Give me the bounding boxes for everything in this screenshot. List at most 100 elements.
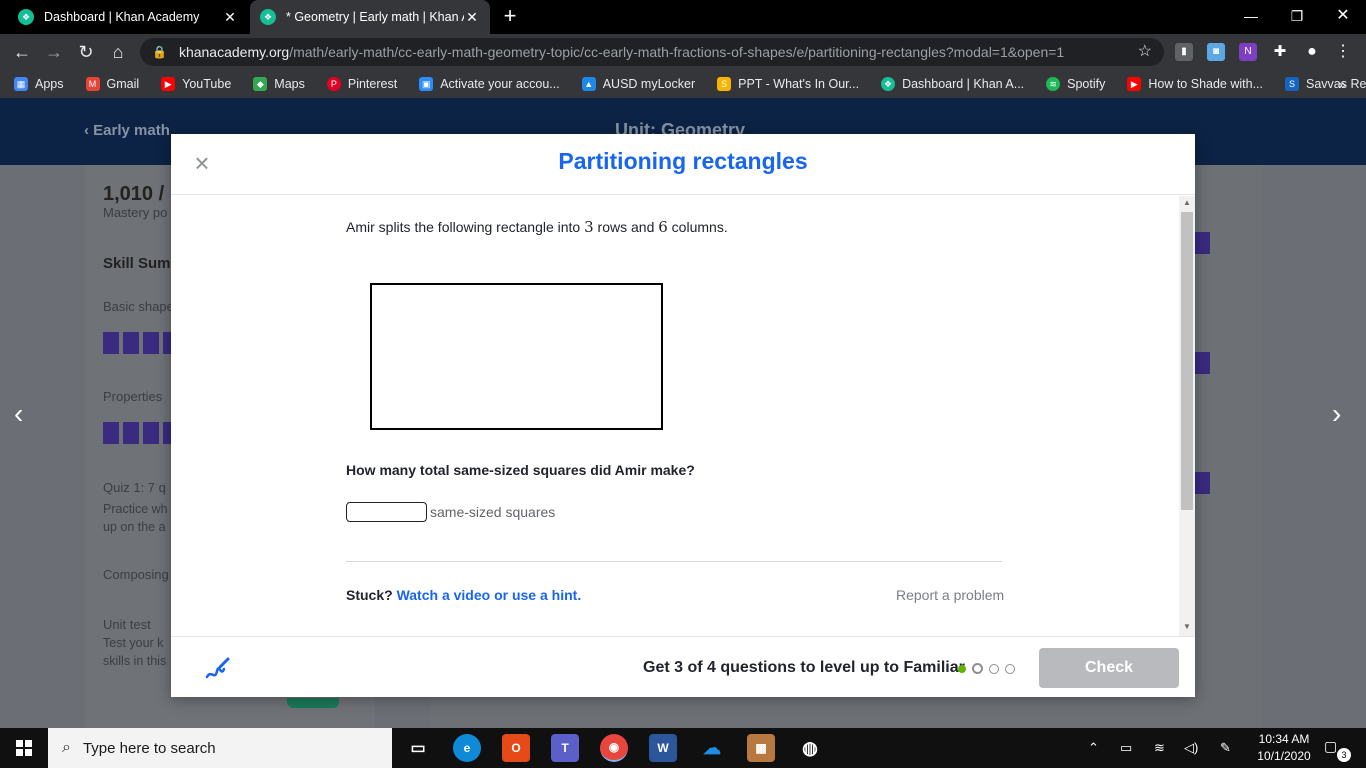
exercise-body: Amir splits the following rectangle into… [171, 196, 1179, 636]
answer-prompt: How many total same-sized squares did Am… [346, 462, 695, 478]
bookmark-spotify[interactable]: ≋ Spotify [1046, 77, 1105, 91]
gmail-icon: M [85, 77, 100, 91]
word-icon[interactable]: W [649, 734, 677, 762]
new-tab-plus-icon[interactable]: + [498, 5, 522, 29]
close-tab-icon[interactable]: ✕ [464, 9, 480, 26]
hint-area: Stuck? Watch a video or use a hint. [346, 587, 581, 603]
screen-capture-extension-icon[interactable]: ◙ [1207, 43, 1225, 61]
apps-grid-icon: ▦ [14, 77, 28, 91]
restore-window-icon[interactable]: ❐ [1274, 0, 1320, 34]
bookmark-ausd-mylocker[interactable]: ▲ AUSD myLocker [581, 77, 696, 91]
address-bar[interactable]: 🔒 khanacademy.org /math/early-math/cc-ea… [140, 38, 1164, 66]
bookmark-pinterest[interactable]: P Pinterest [326, 77, 397, 91]
scroll-up-arrow-icon[interactable]: ▲ [1183, 198, 1191, 207]
modal-scrollbar[interactable]: ▲ ▼ [1179, 196, 1195, 636]
close-tab-icon[interactable]: ✕ [222, 9, 238, 26]
close-window-icon[interactable]: ✕ [1320, 0, 1366, 34]
show-hidden-icons-chevron-icon[interactable]: ⌃ [1088, 728, 1099, 768]
taskbar-search-box[interactable]: ⌕ Type here to search [48, 728, 392, 768]
progress-dot [1005, 663, 1015, 674]
stuck-label: Stuck? [346, 587, 393, 603]
windows-taskbar: ⌕ Type here to search ▭ e O T ◉ W ☁ ▩ ◍ … [0, 728, 1366, 768]
more-bookmarks-chevron-icon[interactable]: » [1338, 76, 1346, 92]
bookmark-activate-account[interactable]: ▣ Activate your accou... [419, 77, 560, 91]
url-path: /math/early-math/cc-early-math-geometry-… [289, 44, 1065, 60]
volume-icon[interactable]: ◁) [1184, 728, 1198, 768]
skill-composing[interactable]: Composing [103, 567, 169, 582]
answer-unit-label: same-sized squares [430, 504, 556, 520]
forward-arrow-icon[interactable]: → [42, 40, 66, 64]
kebab-menu-icon[interactable]: ⋮ [1334, 43, 1352, 61]
profile-avatar-icon[interactable]: ● [1303, 43, 1321, 61]
skill-unit-test[interactable]: Unit test [103, 617, 151, 632]
edge-browser-icon[interactable]: e [453, 734, 481, 762]
minimize-icon[interactable]: — [1228, 0, 1274, 34]
skill-properties[interactable]: Properties [103, 389, 162, 404]
minecraft-icon[interactable]: ▩ [747, 734, 775, 762]
bookmark-maps[interactable]: ◆ Maps [253, 77, 305, 91]
next-chevron-icon[interactable]: › [1332, 398, 1341, 430]
check-button[interactable]: Check [1039, 648, 1179, 688]
battery-icon[interactable]: ▭ [1120, 728, 1132, 768]
windows-start-icon[interactable] [0, 728, 48, 768]
tab-dashboard[interactable]: ❖ Dashboard | Khan Academy ✕ [8, 0, 248, 34]
previous-chevron-icon[interactable]: ‹ [14, 398, 23, 430]
bookmark-label: Dashboard | Khan A... [902, 77, 1025, 91]
bookmark-label: How to Shade with... [1148, 77, 1264, 91]
bookmark-how-to-shade[interactable]: ▶ How to Shade with... [1127, 77, 1263, 91]
browser-toolbar: ← → ↻ ⌂ 🔒 khanacademy.org /math/early-ma… [0, 34, 1366, 70]
khan-academy-favicon-icon: ❖ [18, 9, 34, 25]
bookmark-label: Spotify [1067, 77, 1106, 91]
search-placeholder: Type here to search [82, 739, 216, 757]
khan-academy-icon: ❖ [881, 77, 896, 91]
back-arrow-icon[interactable]: ← [10, 40, 34, 64]
bookmark-star-icon[interactable]: ☆ [1138, 41, 1152, 61]
youtube-icon: ▶ [161, 77, 176, 91]
task-view-icon[interactable]: ▭ [404, 734, 432, 762]
chrome-icon[interactable]: ◉ [600, 734, 628, 762]
extension-icon[interactable]: ▮ [1175, 43, 1193, 61]
pinterest-icon: P [326, 77, 341, 91]
report-problem-link[interactable]: Report a problem [896, 587, 1004, 603]
tab-geometry[interactable]: ❖ * Geometry | Early math | Khan Ac ✕ [250, 0, 490, 34]
skill-basic-shapes[interactable]: Basic shape [103, 299, 174, 314]
scroll-down-arrow-icon[interactable]: ▼ [1183, 622, 1191, 631]
bookmark-dashboard[interactable]: ❖ Dashboard | Khan A... [881, 77, 1024, 91]
spotify-icon: ≋ [1046, 77, 1061, 91]
watch-video-or-hint-link[interactable]: Watch a video or use a hint. [397, 587, 582, 603]
globe-icon[interactable]: ◍ [796, 734, 824, 762]
bookmark-apps[interactable]: ▦ Apps [14, 77, 64, 91]
reload-icon[interactable]: ↻ [74, 40, 98, 64]
bookmark-youtube[interactable]: ▶ YouTube [161, 77, 231, 91]
answer-input[interactable] [346, 502, 427, 522]
home-icon[interactable]: ⌂ [106, 40, 130, 64]
bookmark-gmail[interactable]: M Gmail [85, 77, 139, 91]
teams-icon[interactable]: T [551, 734, 579, 762]
onedrive-cloud-icon[interactable]: ☁ [698, 734, 726, 762]
rows-number: 3 [584, 218, 594, 236]
progress-dots [958, 663, 1015, 674]
mastery-points-label: Mastery po [103, 205, 168, 220]
slides-icon: S [717, 77, 732, 91]
action-center-icon[interactable]: ▢ [1324, 738, 1337, 755]
skill-quiz-1[interactable]: Quiz 1: 7 q [103, 480, 166, 495]
modal-footer: Get 3 of 4 questions to level up to Fami… [171, 636, 1195, 697]
onenote-extension-icon[interactable]: N [1239, 43, 1257, 61]
unit-test-description-line: skills in this [103, 654, 167, 668]
rectangle-figure [370, 283, 663, 430]
back-to-early-math-link[interactable]: ‹ Early math [84, 122, 170, 139]
scratchpad-pencil-icon[interactable] [203, 655, 231, 683]
divider [346, 561, 1002, 562]
taskbar-clock[interactable]: 10:34 AM 10/1/2020 [1250, 731, 1318, 765]
khan-academy-favicon-icon: ❖ [260, 9, 276, 25]
scrollbar-thumb[interactable] [1181, 212, 1193, 510]
bookmark-label: AUSD myLocker [602, 77, 696, 91]
pen-workspace-icon[interactable]: ✎ [1220, 728, 1231, 768]
bookmark-savvas-realize[interactable]: S Savvas Realize [1285, 77, 1366, 91]
bookmark-ppt[interactable]: S PPT - What's In Our... [717, 77, 859, 91]
wifi-icon[interactable]: ≋ [1154, 728, 1165, 768]
progress-block [1195, 232, 1210, 254]
office-icon[interactable]: O [502, 734, 530, 762]
puzzle-extensions-icon[interactable]: ✚ [1271, 43, 1289, 61]
columns-number: 6 [658, 218, 668, 236]
